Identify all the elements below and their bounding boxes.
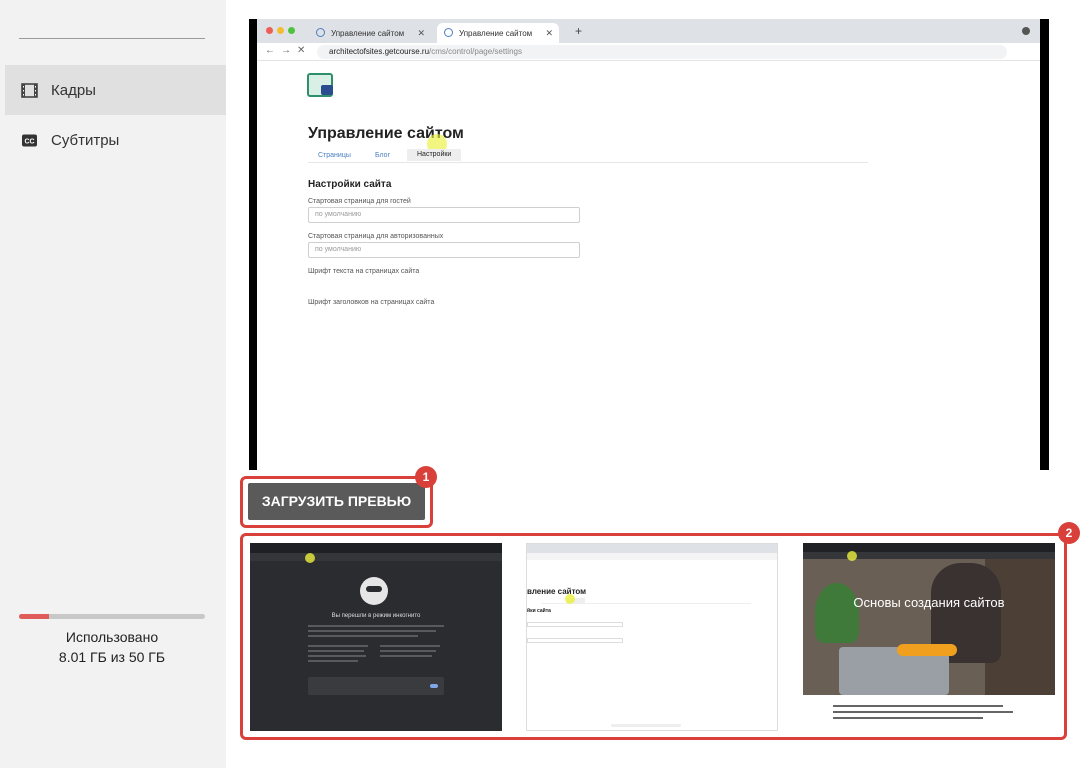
field-label: Стартовая страница для авторизованных [308,233,444,240]
thumb-headline: Основы создания сайтов [853,595,1005,610]
annotation-badge-1: 1 [415,466,437,488]
thumb-text-area [803,695,1055,731]
thumb-urlbar [803,552,1055,559]
text-line [308,635,418,637]
font-text-label: Шрифт текста на страницах сайта [308,268,420,275]
sidebar-item-subtitles[interactable]: CC Субтитры [5,115,226,165]
cursor-highlight [565,594,575,604]
thumb-title: вление сайтом [527,587,587,596]
app: Кадры CC Субтитры Использовано 8.01 ГБ и… [0,0,1091,768]
cookie-box [308,677,444,695]
frame-thumbnail[interactable]: Вы перешли в режим инкогнито [250,543,502,731]
text-line [380,645,440,647]
minimize-dot-icon [277,27,284,34]
storage-used-label: Использовано [65,629,159,645]
close-icon: ✕ [545,28,553,38]
film-icon [21,82,38,99]
thumb-heading: Вы перешли в режим инкогнито [331,613,421,619]
field-label: Стартовая страница для гостей [308,198,411,205]
sidebar-item-label: Субтитры [51,131,120,149]
thumb-tabbar [250,543,502,553]
profile-icon [1022,27,1030,35]
storage-amount: 8.01 ГБ из 50 ГБ [58,649,166,665]
sidebar-divider [19,38,205,39]
video-page-content: Управление сайтом Страницы Блог Настройк… [257,61,1040,470]
thumb-tabbar [803,543,1055,552]
frame-thumbnail[interactable]: Основы создания сайтов [803,543,1055,731]
video-frame-browser: Управление сайтом ✕ Управление сайтом ✕ … [257,19,1040,470]
text-line [308,645,368,647]
text-line [308,630,436,632]
plus-icon: + [575,24,583,38]
storage-progress-fill [19,614,49,619]
field-input: по умолчанию [308,242,580,258]
thumb-input [527,638,623,643]
tab-pages: Страницы [318,152,351,159]
text-line [308,655,366,657]
favicon-icon [316,28,325,37]
scrollbar [611,724,681,727]
text-line [380,655,432,657]
sidebar-item-label: Кадры [51,81,96,99]
plant-icon [815,583,859,643]
url-path: /cms/control/page/settings [429,47,522,56]
address-bar: architectofsites.getcourse.ru/cms/contro… [317,45,1007,59]
cursor-highlight [847,551,857,561]
annotation-badge-2: 2 [1058,522,1080,544]
toggle-icon [430,684,438,688]
sidebar: Кадры CC Субтитры Использовано 8.01 ГБ и… [0,0,226,768]
thumb-urlbar [527,553,777,560]
browser-tab: Управление сайтом ✕ [309,23,431,43]
thumb-input [527,622,623,627]
subtitles-icon: CC [21,132,38,149]
nav-arrows-icon: ←→✕ [265,45,312,56]
text-line [308,625,444,627]
maximize-dot-icon [288,27,295,34]
site-logo-icon [307,73,333,97]
incognito-icon [360,577,388,605]
browser-tab-active: Управление сайтом ✕ [437,23,559,43]
svg-text:CC: CC [24,138,34,145]
cta-button [897,644,957,656]
window-controls [266,27,295,34]
url-domain: architectofsites.getcourse.ru [329,47,430,56]
field-input: по умолчанию [308,207,580,223]
section-title: Настройки сайта [308,179,392,190]
thumb-tabbar [527,544,777,553]
close-dot-icon [266,27,273,34]
tab-settings: Настройки [407,149,462,161]
upload-preview-button[interactable]: ЗАГРУЗИТЬ ПРЕВЬЮ [248,483,425,520]
browser-tab-label: Управление сайтом [459,29,533,38]
browser-tabbar: Управление сайтом ✕ Управление сайтом ✕ … [257,19,1040,43]
text-line [308,660,358,662]
font-heading-label: Шрифт заголовков на страницах сайта [308,299,435,306]
favicon-icon [444,28,453,37]
thumb-section: йки сайта [527,608,551,614]
frame-thumbnail[interactable]: вление сайтом йки сайта [526,543,778,731]
video-player[interactable]: Управление сайтом ✕ Управление сайтом ✕ … [249,19,1049,470]
page-tabs: Страницы Блог Настройки [308,149,868,163]
thumb-urlbar [250,553,502,561]
browser-urlbar: ←→✕ architectofsites.getcourse.ru/cms/co… [257,43,1040,61]
close-icon: ✕ [417,28,425,38]
storage-usage: Использовано 8.01 ГБ из 50 ГБ [19,614,205,667]
text-line [380,650,436,652]
browser-tab-label: Управление сайтом [331,29,405,38]
tab-blog: Блог [375,152,391,159]
text-line [308,650,364,652]
sidebar-item-frames[interactable]: Кадры [5,65,226,115]
storage-progress-bar [19,614,205,619]
cursor-highlight [305,553,315,563]
